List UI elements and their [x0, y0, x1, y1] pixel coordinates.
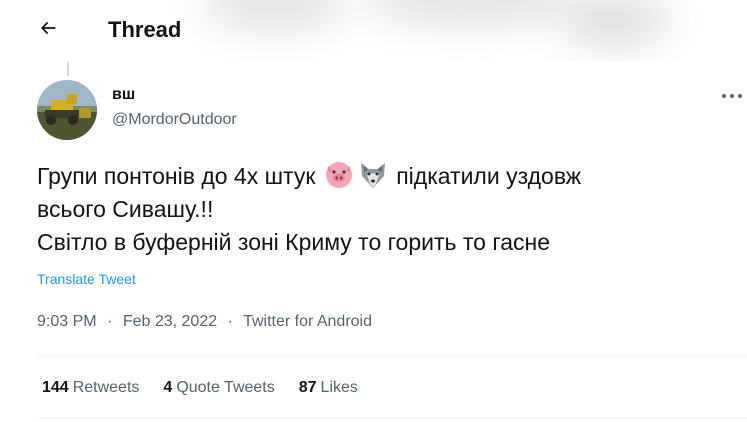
thread-connector-line [67, 62, 69, 76]
page-title: Thread [108, 17, 182, 42]
retweets-stat[interactable]: 144 Retweets [42, 379, 139, 397]
retweets-count: 144 [42, 379, 69, 396]
meta-separator: · [107, 313, 113, 330]
wolf-face-icon [358, 160, 388, 190]
arrow-left-icon [38, 18, 58, 43]
tweet-metadata: 9:03 PM · Feb 23, 2022 · Twitter for And… [37, 313, 372, 331]
tweet-time[interactable]: 9:03 PM [37, 313, 97, 330]
tweet-text-segment: підкатили уздовж [389, 163, 582, 189]
quote-tweets-count: 4 [163, 379, 173, 396]
meta-separator: · [227, 313, 233, 330]
tweet-stats: 144 Retweets 4 Quote Tweets 87 Likes [42, 379, 382, 397]
quote-tweets-stat[interactable]: 4 Quote Tweets [163, 379, 274, 397]
likes-label: Likes [320, 379, 358, 396]
tweet-source[interactable]: Twitter for Android [243, 313, 372, 330]
thread-header: Thread [0, 0, 747, 60]
tweet-text-line-1: Групи понтонів до 4х штук підкатили уздо… [37, 160, 737, 193]
author-name[interactable]: вш [112, 86, 135, 104]
likes-count: 87 [298, 379, 317, 396]
avatar[interactable] [37, 80, 97, 140]
likes-stat[interactable]: 87 Likes [299, 379, 358, 397]
tweet-date[interactable]: Feb 23, 2022 [123, 313, 217, 330]
translate-tweet-link[interactable]: Translate Tweet [37, 271, 136, 287]
thread-page: Thread вш @MordorOutdoor Групи понтонів … [0, 0, 747, 422]
back-button[interactable] [30, 12, 66, 48]
retweets-label: Retweets [72, 379, 140, 396]
tweet-text-line-3: Світло в буферній зоні Криму то горить т… [37, 229, 550, 255]
tweet-text-segment: Групи понтонів до 4х штук [37, 163, 322, 189]
more-options-button[interactable] [718, 84, 746, 106]
tweet-text-line-2: всього Сивашу.!! [37, 196, 214, 222]
quote-tweets-label: Quote Tweets [176, 379, 275, 396]
tweet-text: Групи понтонів до 4х штук підкатили уздо… [37, 160, 737, 259]
pig-face-icon [324, 160, 354, 190]
divider [37, 418, 747, 419]
divider [37, 355, 747, 356]
author-handle[interactable]: @MordorOutdoor [112, 111, 237, 129]
more-dots-icon [721, 86, 743, 104]
